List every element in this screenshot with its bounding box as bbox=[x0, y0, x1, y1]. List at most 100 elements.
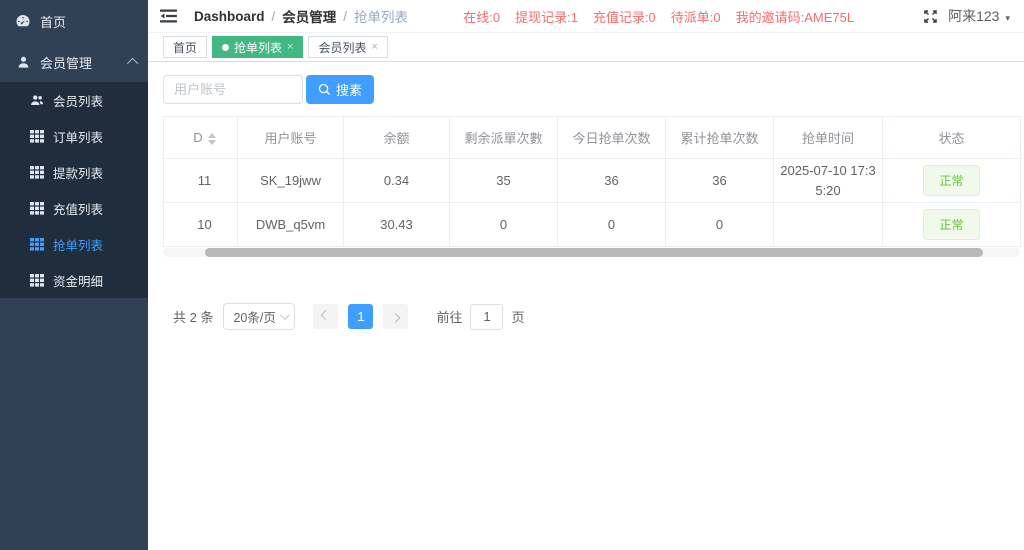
chevron-left-icon bbox=[321, 310, 331, 320]
column-header-balance: 余额 bbox=[344, 117, 450, 159]
horizontal-scrollbar[interactable] bbox=[163, 248, 1020, 257]
table-header-row: D 用户账号 余额 剩余派單次數 今日抢单次数 累计抢单次数 抢单时间 状态 bbox=[164, 117, 1021, 159]
goto-label: 前往 bbox=[436, 307, 462, 326]
cell-status: 正常 bbox=[883, 203, 1021, 247]
chevron-right-icon bbox=[391, 313, 401, 323]
sidebar-item-label: 充值列表 bbox=[53, 199, 103, 218]
sidebar: 首页 会员管理 会员列表 订单列表 bbox=[0, 0, 148, 550]
user-area: 阿来123 ▾ bbox=[922, 6, 1010, 26]
sidebar-group-member-management[interactable]: 会员管理 bbox=[0, 42, 148, 82]
header-stats: 在线:0 提现记录:1 充值记录:0 待派单:0 我的邀请码:AME75L bbox=[463, 7, 854, 26]
sidebar-item-order-list[interactable]: 订单列表 bbox=[0, 118, 148, 154]
table-row: 11 SK_19jww 0.34 35 36 36 2025-07-10 17:… bbox=[164, 159, 1021, 203]
top-navbar: Dashboard / 会员管理 / 抢单列表 在线:0 提现记录:1 充值记录… bbox=[148, 0, 1024, 33]
page-size-select[interactable]: 20条/页 bbox=[223, 303, 295, 330]
caret-down-icon[interactable]: ▾ bbox=[1005, 13, 1010, 24]
sidebar-collapse-icon[interactable] bbox=[160, 6, 180, 26]
cell-account: DWB_q5vm bbox=[238, 203, 344, 247]
sidebar-item-home[interactable]: 首页 bbox=[0, 0, 148, 42]
status-badge[interactable]: 正常 bbox=[923, 165, 979, 196]
column-header-today-grabs: 今日抢单次数 bbox=[558, 117, 666, 159]
table-grid-icon bbox=[30, 237, 44, 251]
column-header-label: D bbox=[193, 130, 202, 145]
cell-id: 10 bbox=[164, 203, 238, 247]
fullscreen-icon[interactable] bbox=[922, 8, 939, 25]
cell-remaining: 0 bbox=[450, 203, 558, 247]
tab-grab-order-list[interactable]: 抢单列表 × bbox=[212, 36, 303, 58]
goto-page-input[interactable] bbox=[470, 304, 503, 330]
cell-grab-time bbox=[774, 203, 883, 247]
sidebar-item-label: 会员列表 bbox=[53, 91, 103, 110]
tab-home[interactable]: 首页 bbox=[163, 36, 207, 58]
column-header-grab-time: 抢单时间 bbox=[774, 117, 883, 159]
chevron-down-icon bbox=[280, 310, 290, 320]
breadcrumb-home[interactable]: Dashboard bbox=[194, 9, 265, 24]
stat-online[interactable]: 在线:0 bbox=[463, 7, 500, 26]
cell-account: SK_19jww bbox=[238, 159, 344, 203]
sidebar-item-member-list[interactable]: 会员列表 bbox=[0, 82, 148, 118]
search-input[interactable] bbox=[163, 75, 303, 104]
cell-id: 11 bbox=[164, 159, 238, 203]
stat-invite-code[interactable]: 我的邀请码:AME75L bbox=[736, 7, 854, 26]
breadcrumb-separator: / bbox=[272, 9, 276, 24]
sidebar-item-label: 提款列表 bbox=[53, 163, 103, 182]
cell-total: 0 bbox=[666, 203, 774, 247]
tab-member-list[interactable]: 会员列表 × bbox=[308, 36, 387, 58]
next-page-button[interactable] bbox=[383, 304, 408, 329]
breadcrumb-separator: / bbox=[343, 9, 347, 24]
prev-page-button[interactable] bbox=[313, 304, 338, 329]
users-icon bbox=[30, 93, 44, 107]
sidebar-item-grab-order-list[interactable]: 抢单列表 bbox=[0, 226, 148, 262]
sidebar-item-label: 首页 bbox=[40, 12, 66, 31]
page-unit-label: 页 bbox=[511, 307, 524, 326]
search-button-label: 搜素 bbox=[336, 80, 362, 99]
table-grid-icon bbox=[30, 201, 44, 215]
sidebar-item-withdraw-list[interactable]: 提款列表 bbox=[0, 154, 148, 190]
stat-pending-dispatch[interactable]: 待派单:0 bbox=[671, 7, 721, 26]
sidebar-submenu: 会员列表 订单列表 提款列表 充值列表 bbox=[0, 82, 148, 298]
table-grid-icon bbox=[30, 129, 44, 143]
breadcrumb-section[interactable]: 会员管理 bbox=[282, 6, 336, 26]
breadcrumb: Dashboard / 会员管理 / 抢单列表 bbox=[194, 6, 408, 26]
stat-recharge-records[interactable]: 充值记录:0 bbox=[593, 7, 656, 26]
cell-status: 正常 bbox=[883, 159, 1021, 203]
sidebar-group-label: 会员管理 bbox=[40, 53, 92, 72]
dashboard-icon bbox=[15, 13, 31, 29]
pagination: 共 2 条 20条/页 1 前往 页 bbox=[163, 303, 1020, 330]
cell-remaining: 35 bbox=[450, 159, 558, 203]
search-icon bbox=[318, 83, 331, 96]
username[interactable]: 阿来123 bbox=[948, 6, 999, 26]
page-number: 1 bbox=[357, 309, 364, 324]
breadcrumb-current: 抢单列表 bbox=[354, 6, 408, 26]
close-icon[interactable]: × bbox=[287, 42, 293, 53]
cell-balance: 30.43 bbox=[344, 203, 450, 247]
close-icon[interactable]: × bbox=[371, 42, 377, 53]
cell-today: 0 bbox=[558, 203, 666, 247]
page-number-button[interactable]: 1 bbox=[348, 304, 373, 329]
cell-today: 36 bbox=[558, 159, 666, 203]
column-header-id[interactable]: D bbox=[164, 117, 238, 159]
search-row: 搜素 bbox=[163, 75, 1020, 104]
cell-balance: 0.34 bbox=[344, 159, 450, 203]
tab-label: 抢单列表 bbox=[234, 39, 282, 56]
sidebar-item-recharge-list[interactable]: 充值列表 bbox=[0, 190, 148, 226]
main-area: Dashboard / 会员管理 / 抢单列表 在线:0 提现记录:1 充值记录… bbox=[148, 0, 1024, 550]
app-layout: 首页 会员管理 会员列表 订单列表 bbox=[0, 0, 1024, 550]
table-row: 10 DWB_q5vm 30.43 0 0 0 正常 bbox=[164, 203, 1021, 247]
tab-label: 首页 bbox=[173, 39, 197, 56]
sidebar-item-fund-details[interactable]: 资金明细 bbox=[0, 262, 148, 298]
table-grid-icon bbox=[30, 273, 44, 287]
sort-icon[interactable] bbox=[208, 133, 216, 145]
tab-label: 会员列表 bbox=[318, 39, 366, 56]
status-badge[interactable]: 正常 bbox=[923, 209, 979, 240]
search-button[interactable]: 搜素 bbox=[306, 75, 374, 104]
stat-withdraw-records[interactable]: 提现记录:1 bbox=[515, 7, 578, 26]
cell-total: 36 bbox=[666, 159, 774, 203]
sidebar-item-label: 资金明细 bbox=[53, 271, 103, 290]
cell-grab-time: 2025-07-10 17:35:20 bbox=[774, 159, 883, 203]
scrollbar-thumb[interactable] bbox=[205, 248, 983, 257]
user-icon bbox=[15, 54, 31, 70]
chevron-up-icon bbox=[127, 58, 138, 69]
column-header-remaining-dispatch: 剩余派單次數 bbox=[450, 117, 558, 159]
column-header-status: 状态 bbox=[883, 117, 1021, 159]
